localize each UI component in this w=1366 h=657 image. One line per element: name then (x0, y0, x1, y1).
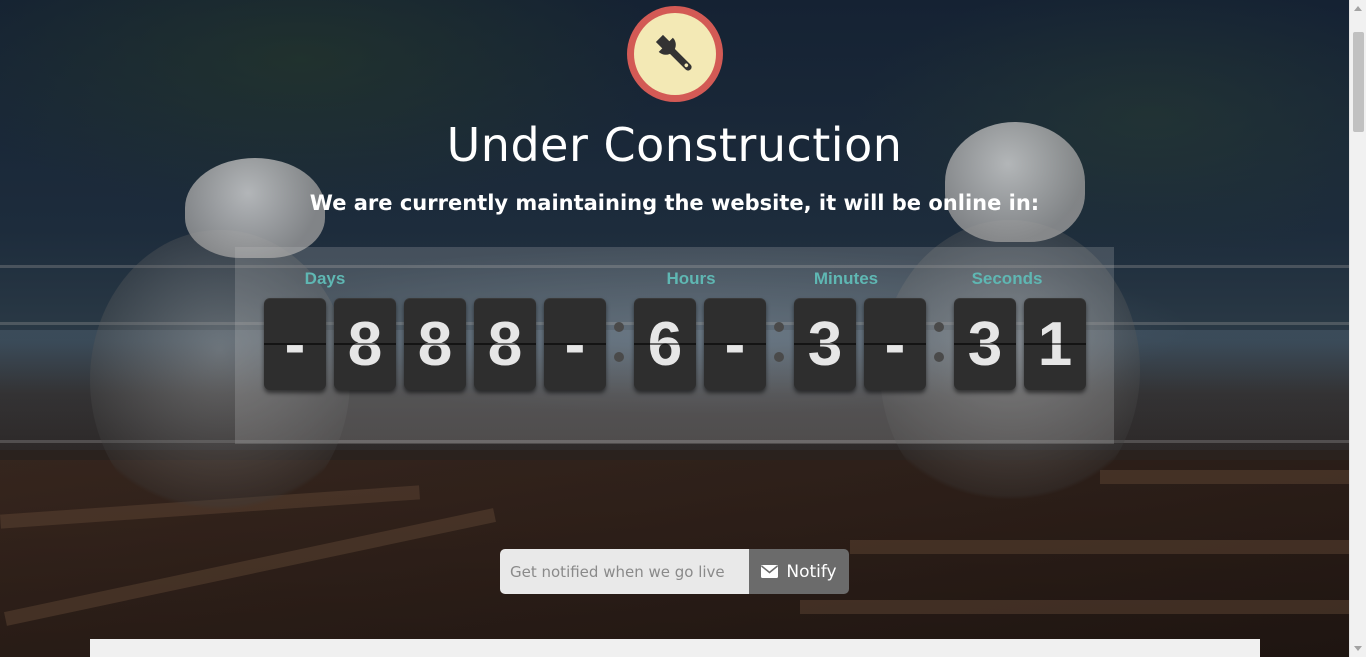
vertical-scrollbar[interactable] (1349, 0, 1366, 657)
notify-form: Notify (500, 549, 849, 594)
days-label: Days (304, 269, 346, 288)
countdown-digit: 1 (1024, 298, 1086, 390)
separator-dots (613, 322, 624, 366)
countdown-digit: 8 (404, 298, 466, 390)
countdown-digit: 6 (634, 298, 696, 390)
seconds-label: Seconds (971, 269, 1043, 288)
envelope-icon (761, 565, 779, 578)
content-panel-edge (90, 639, 1260, 657)
countdown-digit: - (264, 298, 326, 390)
scroll-up-arrow-icon[interactable] (1354, 6, 1362, 11)
notify-email-input[interactable] (500, 549, 749, 594)
countdown-digit: 3 (954, 298, 1016, 390)
hours-label: Hours (666, 269, 716, 288)
countdown-digit: 3 (794, 298, 856, 390)
logo (627, 6, 723, 102)
minutes-label: Minutes (813, 269, 879, 288)
countdown-digit: 8 (334, 298, 396, 390)
scroll-down-arrow-icon[interactable] (1354, 646, 1362, 651)
countdown-digit: - (864, 298, 926, 390)
countdown-digit: 8 (474, 298, 536, 390)
notify-button-label: Notify (786, 561, 837, 582)
wrench-icon (655, 34, 692, 71)
separator-dots (773, 322, 784, 366)
countdown-digit: - (704, 298, 766, 390)
notify-button[interactable]: Notify (749, 549, 849, 594)
page-title: Under Construction (446, 118, 903, 172)
page-subtitle: We are currently maintaining the website… (309, 191, 1040, 215)
countdown-digit: - (544, 298, 606, 390)
scrollbar-thumb[interactable] (1353, 32, 1364, 132)
separator-dots (933, 322, 944, 366)
